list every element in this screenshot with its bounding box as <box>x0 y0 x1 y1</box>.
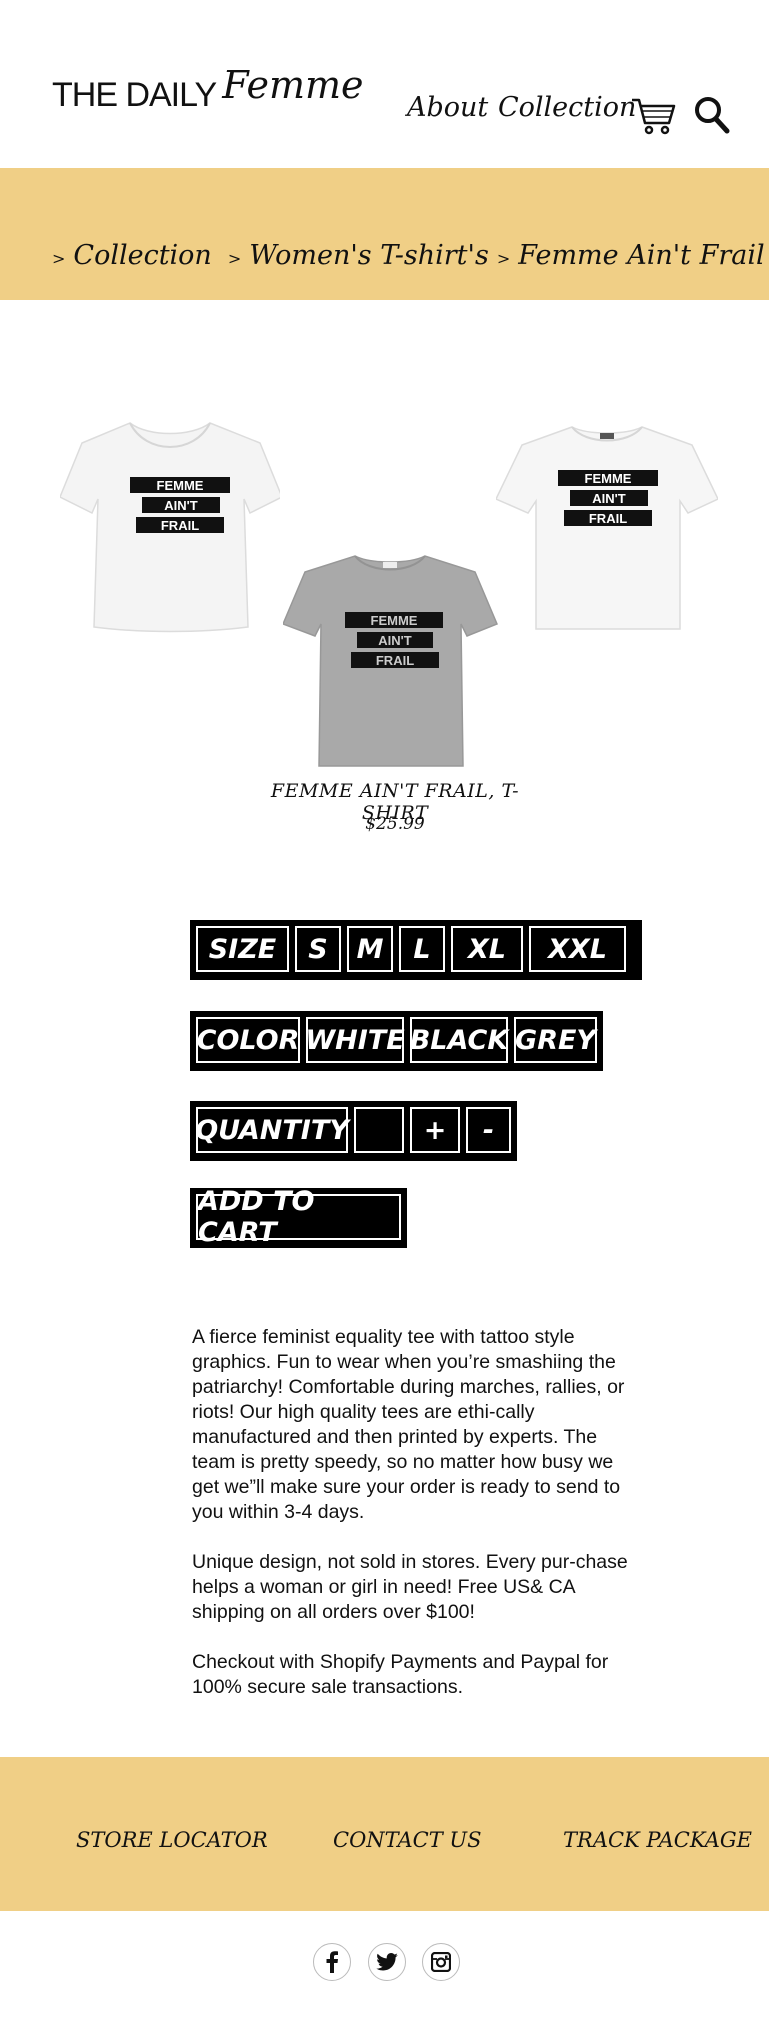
tee-print-line: FRAIL <box>589 511 627 526</box>
quantity-selector: QUANTITY + - <box>190 1101 517 1161</box>
quantity-input[interactable] <box>354 1107 404 1153</box>
footer-contact-us[interactable]: CONTACT US <box>333 1828 482 1852</box>
footer-store-locator[interactable]: STORE LOCATOR <box>76 1828 268 1852</box>
breadcrumb-current: Femme Ain't Frail <box>518 240 765 271</box>
logo-daily-text: THE DAILY <box>52 76 217 115</box>
breadcrumb: > Collection > Women's T-shirt's > Femme… <box>50 240 765 271</box>
search-icon[interactable] <box>694 96 730 134</box>
tee-print-line: FRAIL <box>376 653 414 668</box>
instagram-icon[interactable] <box>422 1943 460 1981</box>
size-option-xl[interactable]: XL <box>451 926 523 972</box>
quantity-label: QUANTITY <box>195 1107 349 1153</box>
size-selector: SIZE S M L XL XXL <box>190 920 642 980</box>
quantity-minus-button[interactable]: - <box>466 1107 511 1153</box>
color-option-grey[interactable]: GREY <box>514 1017 597 1063</box>
color-label: COLOR <box>196 1017 300 1063</box>
add-to-cart-button[interactable]: ADD TO CART <box>196 1186 401 1248</box>
logo-femme-text: Femme <box>222 63 364 107</box>
description-paragraph: A fierce feminist equality tee with tatt… <box>192 1326 625 1523</box>
product-price: $25.99 <box>365 814 425 834</box>
breadcrumb-separator: > <box>496 249 511 268</box>
color-option-black[interactable]: BLACK <box>410 1017 508 1063</box>
description-paragraph: Checkout with Shopify Payments and Paypa… <box>192 1651 609 1698</box>
add-to-cart-wrapper: ADD TO CART <box>190 1186 407 1248</box>
size-option-xxl[interactable]: XXL <box>529 926 626 972</box>
tee-print-line: AIN'T <box>592 491 625 506</box>
tee-print-line: FEMME <box>157 478 204 493</box>
size-option-l[interactable]: L <box>399 926 445 972</box>
size-label: SIZE <box>196 926 289 972</box>
size-option-m[interactable]: M <box>347 926 393 972</box>
site-logo[interactable]: THE DAILY Femme <box>52 66 364 115</box>
tee-print-line: AIN'T <box>164 498 197 513</box>
color-option-white[interactable]: WHITE <box>305 1017 405 1063</box>
size-option-s[interactable]: S <box>295 926 341 972</box>
product-image-grey-crew[interactable]: FEMME AIN'T FRAIL <box>282 552 498 772</box>
color-selector: COLOR WHITE BLACK GREY <box>190 1011 603 1071</box>
breadcrumb-band <box>0 168 769 300</box>
tee-print-line: FRAIL <box>161 518 199 533</box>
product-image-white-vneck[interactable]: FEMME AIN'T FRAIL <box>59 415 283 635</box>
facebook-icon[interactable] <box>313 1943 351 1981</box>
tee-print-line: FEMME <box>585 471 632 486</box>
breadcrumb-womens-tshirts[interactable]: Women's T-shirt's <box>249 240 489 271</box>
quantity-plus-button[interactable]: + <box>410 1107 460 1153</box>
product-image-white-crew[interactable]: FEMME AIN'T FRAIL <box>494 423 720 633</box>
description-paragraph: Unique design, not sold in stores. Every… <box>192 1551 628 1623</box>
nav-collection[interactable]: Collection <box>498 92 636 123</box>
product-description: A fierce feminist equality tee with tatt… <box>192 1325 632 1725</box>
footer-track-package[interactable]: TRACK PACKAGE <box>563 1828 752 1852</box>
cart-icon[interactable] <box>630 96 676 136</box>
nav-about[interactable]: About <box>407 92 488 123</box>
site-header: THE DAILY Femme About Collection <box>0 0 769 168</box>
breadcrumb-collection[interactable]: Collection <box>73 240 211 271</box>
breadcrumb-separator: > <box>227 249 242 268</box>
tee-print-line: AIN'T <box>378 633 411 648</box>
twitter-icon[interactable] <box>368 1943 406 1981</box>
tee-print-line: FEMME <box>371 613 418 628</box>
breadcrumb-separator: > <box>52 249 66 268</box>
